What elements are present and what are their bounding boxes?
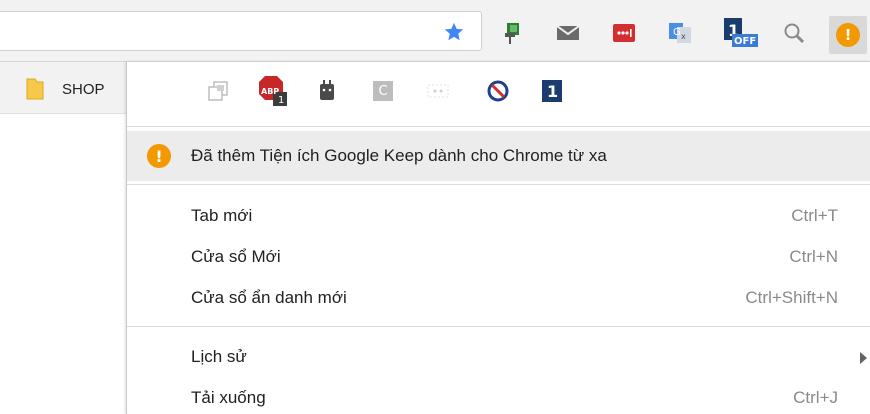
bookmark-star-icon[interactable] [440,20,468,44]
menu-item-label: Cửa sổ Mới [191,247,281,266]
adblock-label: ABP [261,87,280,96]
menu-item-shortcut: Ctrl+T [791,206,838,225]
menu-item-label: Cửa sổ ẩn danh mới [191,288,347,307]
magnifier-icon[interactable] [779,20,809,46]
browser-toolbar: G x 1 OFF ! [0,0,870,62]
menu-separator [127,326,870,327]
adblock-plus-icon[interactable]: ABP 1 [255,76,295,106]
window-pin-icon[interactable] [203,76,233,106]
adblock-badge: 1 [278,95,285,106]
svg-text:x: x [681,32,686,41]
submenu-arrow-icon [860,352,867,364]
dotted-box-icon[interactable] [423,76,453,106]
extensions-row: ABP 1 C 1 [127,62,870,126]
menu-item-label: Tải xuống [191,388,266,407]
chrome-menu: ABP 1 C 1 ! Đã thêm Tiện ích Google Keep… [126,62,870,414]
menu-item-shortcut: Ctrl+N [789,247,838,266]
c-box-icon[interactable]: C [368,76,398,106]
menu-item-new-window[interactable]: Cửa sổ Mới Ctrl+N [127,237,870,277]
svg-text:1: 1 [547,82,558,101]
one-extension-icon[interactable]: 1 [537,76,567,106]
svg-text:G: G [673,27,681,38]
menu-item-new-incognito-window[interactable]: Cửa sổ ẩn danh mới Ctrl+Shift+N [127,278,870,318]
block-icon[interactable] [483,76,513,106]
chrome-menu-button[interactable]: ! [829,16,867,54]
warning-circle-icon: ! [836,23,860,47]
c-box-label: C [373,81,393,101]
warning-icon: ! [147,144,171,168]
bookmark-folder-shop[interactable]: SHOP [26,77,105,101]
menu-item-shortcut: Ctrl+Shift+N [745,288,838,307]
one-off-badge: OFF [734,36,757,47]
folder-icon [26,78,44,100]
plug-icon[interactable] [312,76,342,106]
page-content [0,114,126,414]
one-off-icon[interactable]: 1 OFF [718,18,762,47]
menu-item-history[interactable]: Lịch sử [127,337,870,377]
menu-item-label: Tab mới [191,206,253,225]
lastpass-icon[interactable] [609,20,639,46]
bookmark-folder-label: SHOP [62,80,105,98]
extension-added-notice[interactable]: ! Đã thêm Tiện ích Google Keep dành cho … [127,131,870,181]
google-translate-icon[interactable]: G x [665,20,695,46]
menu-separator [127,184,870,185]
menu-item-shortcut: Ctrl+J [793,388,838,407]
address-bar[interactable] [0,11,482,51]
notice-text: Đã thêm Tiện ích Google Keep dành cho Ch… [191,146,607,165]
menu-item-label: Lịch sử [191,347,247,366]
menu-separator [127,126,870,127]
mail-envelope-icon[interactable] [553,20,583,46]
menu-item-downloads[interactable]: Tải xuống Ctrl+J [127,378,870,414]
push-pin-extension-icon[interactable] [497,20,527,46]
menu-item-new-tab[interactable]: Tab mới Ctrl+T [127,196,870,236]
